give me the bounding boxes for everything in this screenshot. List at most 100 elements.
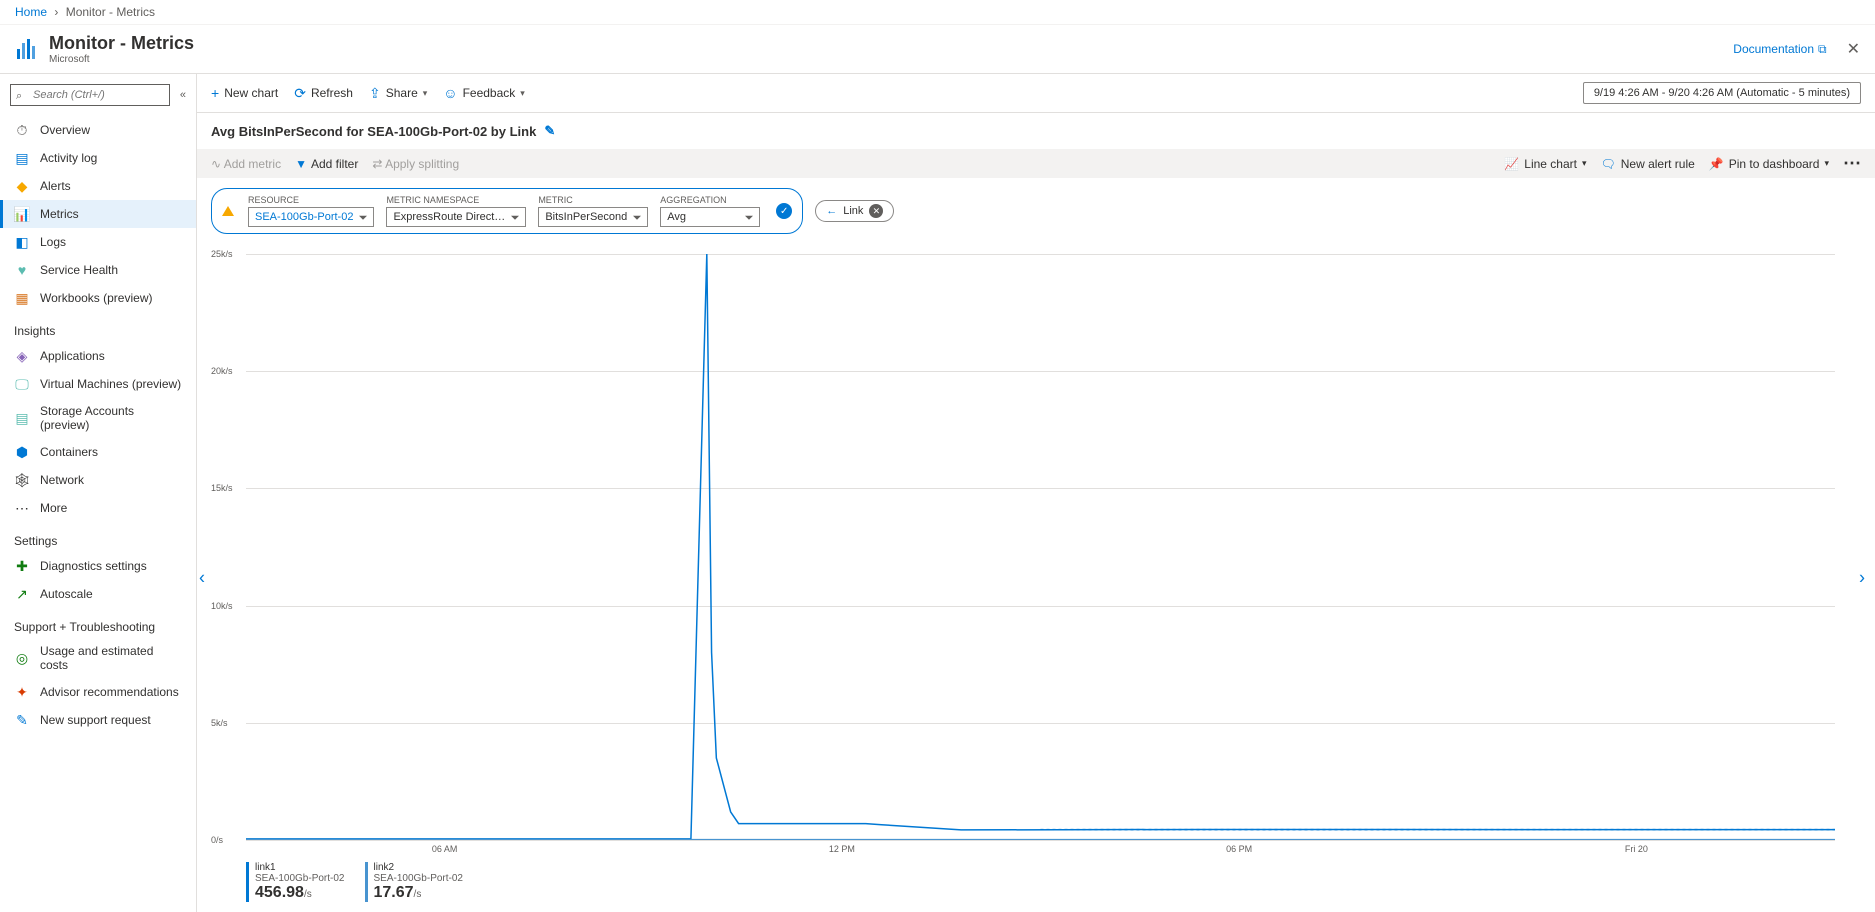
split-icon: ⇄ xyxy=(372,157,382,171)
remove-chip-icon[interactable]: ✕ xyxy=(869,204,883,218)
section-settings: Settings xyxy=(0,522,196,552)
sidebar-item-overview[interactable]: ⏱Overview xyxy=(0,116,196,144)
refresh-icon: ⟳ xyxy=(294,85,306,102)
sidebar-item-advisor-recommendations[interactable]: ✦Advisor recommendations xyxy=(0,678,196,706)
chart-plot[interactable]: 0/s5k/s10k/s15k/s20k/s25k/s xyxy=(211,254,1835,840)
breadcrumb: Home › Monitor - Metrics xyxy=(0,0,1875,25)
sidebar-item-usage-and-estimated-costs[interactable]: ◎Usage and estimated costs xyxy=(0,638,196,678)
sidebar-item-network[interactable]: 🕸Network xyxy=(0,466,196,494)
chart-next-button[interactable]: › xyxy=(1859,568,1865,589)
legend-name: link2 xyxy=(374,862,464,873)
title-bar: Monitor - Metrics Microsoft Documentatio… xyxy=(0,25,1875,74)
section-support: Support + Troubleshooting xyxy=(0,608,196,638)
nav-icon: ♥ xyxy=(14,262,30,278)
feedback-button[interactable]: ☺Feedback ▾ xyxy=(443,85,525,101)
sidebar-item-label: Overview xyxy=(40,123,90,137)
sidebar-item-more[interactable]: ⋯More xyxy=(0,494,196,522)
metrics-icon xyxy=(15,37,39,61)
new-chart-button[interactable]: +New chart xyxy=(211,85,278,101)
sidebar-item-storage-accounts-preview-[interactable]: ▤Storage Accounts (preview) xyxy=(0,398,196,438)
main-toolbar: +New chart ⟳Refresh ⇪Share ▾ ☺Feedback ▾… xyxy=(197,74,1875,113)
legend-item[interactable]: link2SEA-100Gb-Port-0217.67/s xyxy=(365,862,464,902)
close-icon[interactable]: ✕ xyxy=(1847,39,1860,59)
chevron-down-icon: ▾ xyxy=(1824,158,1829,169)
share-icon: ⇪ xyxy=(369,85,381,102)
sidebar-item-service-health[interactable]: ♥ Service Health xyxy=(0,256,196,284)
sidebar-item-workbooks-preview-[interactable]: ▦ Workbooks (preview) xyxy=(0,284,196,312)
nav-icon: ↗ xyxy=(14,586,30,602)
x-axis-labels: 06 AM12 PM06 PMFri 20 xyxy=(246,840,1835,854)
x-tick-label: 06 PM xyxy=(1041,844,1438,854)
chevron-down-icon: ▾ xyxy=(423,88,428,99)
sidebar-item-label: Alerts xyxy=(40,179,71,193)
add-metric-button[interactable]: ∿ Add metric xyxy=(211,157,281,171)
x-tick-label: Fri 20 xyxy=(1438,844,1835,854)
sidebar-item-alerts[interactable]: ◆ Alerts xyxy=(0,172,196,200)
sidebar-item-label: Logs xyxy=(40,235,66,249)
sidebar-item-label: Advisor recommendations xyxy=(40,685,179,699)
sidebar-item-diagnostics-settings[interactable]: ✚Diagnostics settings xyxy=(0,552,196,580)
line-chart-icon: 📈 xyxy=(1504,157,1519,171)
main-content: +New chart ⟳Refresh ⇪Share ▾ ☺Feedback ▾… xyxy=(197,74,1875,912)
legend-item[interactable]: link1SEA-100Gb-Port-02456.98/s xyxy=(246,862,345,902)
pin-icon: 📌 xyxy=(1709,157,1724,171)
more-options-button[interactable]: ⋯ xyxy=(1843,153,1861,174)
nav-icon: ◧ xyxy=(14,234,30,250)
sidebar-item-autoscale[interactable]: ↗Autoscale xyxy=(0,580,196,608)
legend-value: 456.98 xyxy=(255,884,304,901)
link-filter-chip[interactable]: ← Link ✕ xyxy=(815,200,894,222)
sidebar-item-activity-log[interactable]: ▤ Activity log xyxy=(0,144,196,172)
share-button[interactable]: ⇪Share ▾ xyxy=(369,85,427,102)
sidebar-item-containers[interactable]: ⬢Containers xyxy=(0,438,196,466)
chart-title: Avg BitsInPerSecond for SEA-100Gb-Port-0… xyxy=(211,124,536,139)
search-input[interactable] xyxy=(10,84,170,106)
aggregation-label: AGGREGATION xyxy=(660,195,760,205)
sidebar-item-logs[interactable]: ◧ Logs xyxy=(0,228,196,256)
metric-selector-pill: RESOURCESEA-100Gb-Port-02 METRIC NAMESPA… xyxy=(211,188,803,234)
metric-select[interactable]: BitsInPerSecond xyxy=(538,207,648,227)
breadcrumb-home[interactable]: Home xyxy=(15,5,47,19)
pin-dashboard-button[interactable]: 📌Pin to dashboard ▾ xyxy=(1709,157,1829,171)
metric-label: METRIC xyxy=(538,195,648,205)
chart-type-dropdown[interactable]: 📈Line chart ▾ xyxy=(1504,157,1586,171)
add-filter-button[interactable]: ▼Add filter xyxy=(295,157,358,171)
nav-icon: ▤ xyxy=(14,410,30,426)
documentation-link[interactable]: Documentation ⧉ xyxy=(1733,42,1826,57)
plus-icon: + xyxy=(211,85,219,101)
nav-icon: ✎ xyxy=(14,712,30,728)
new-alert-button[interactable]: 🗨New alert rule xyxy=(1601,157,1695,171)
edit-title-icon[interactable]: ✎ xyxy=(544,123,555,139)
legend-value: 17.67 xyxy=(374,884,414,901)
sidebar-item-label: More xyxy=(40,501,67,515)
legend-name: link1 xyxy=(255,862,345,873)
sidebar-item-label: Service Health xyxy=(40,263,118,277)
nav-icon: ◈ xyxy=(14,348,30,364)
nav-icon: ◆ xyxy=(14,178,30,194)
nav-icon: ▤ xyxy=(14,150,30,166)
nav-icon: ▦ xyxy=(14,290,30,306)
x-tick-label: 06 AM xyxy=(246,844,643,854)
nav-icon: 🕸 xyxy=(14,472,30,488)
sidebar-item-label: Activity log xyxy=(40,151,97,165)
sidebar-item-label: Workbooks (preview) xyxy=(40,291,152,305)
external-link-icon: ⧉ xyxy=(1818,42,1827,57)
apply-splitting-button[interactable]: ⇄ Apply splitting xyxy=(372,157,459,171)
chart-prev-button[interactable]: ‹ xyxy=(199,568,205,589)
sidebar-item-metrics[interactable]: 📊Metrics xyxy=(0,200,196,228)
legend-sub: SEA-100Gb-Port-02 xyxy=(374,873,464,884)
sidebar-item-new-support-request[interactable]: ✎New support request xyxy=(0,706,196,734)
aggregation-select[interactable]: Avg xyxy=(660,207,760,227)
y-tick-label: 25k/s xyxy=(211,249,233,259)
x-tick-label: 12 PM xyxy=(643,844,1040,854)
sidebar-item-label: Virtual Machines (preview) xyxy=(40,377,181,391)
resource-select[interactable]: SEA-100Gb-Port-02 xyxy=(248,207,374,227)
nav-icon: 🖵 xyxy=(14,376,30,392)
sidebar-item-virtual-machines-preview-[interactable]: 🖵 Virtual Machines (preview) xyxy=(0,370,196,398)
refresh-button[interactable]: ⟳Refresh xyxy=(294,85,353,102)
namespace-select[interactable]: ExpressRoute Direct… xyxy=(386,207,526,227)
chart-legend: link1SEA-100Gb-Port-02456.98/s link2SEA-1… xyxy=(211,854,1835,902)
time-range-picker[interactable]: 9/19 4:26 AM - 9/20 4:26 AM (Automatic -… xyxy=(1583,82,1861,104)
sidebar-item-applications[interactable]: ◈Applications xyxy=(0,342,196,370)
scatter-icon: ∿ xyxy=(211,157,221,171)
collapse-sidebar-icon[interactable]: « xyxy=(180,89,186,101)
